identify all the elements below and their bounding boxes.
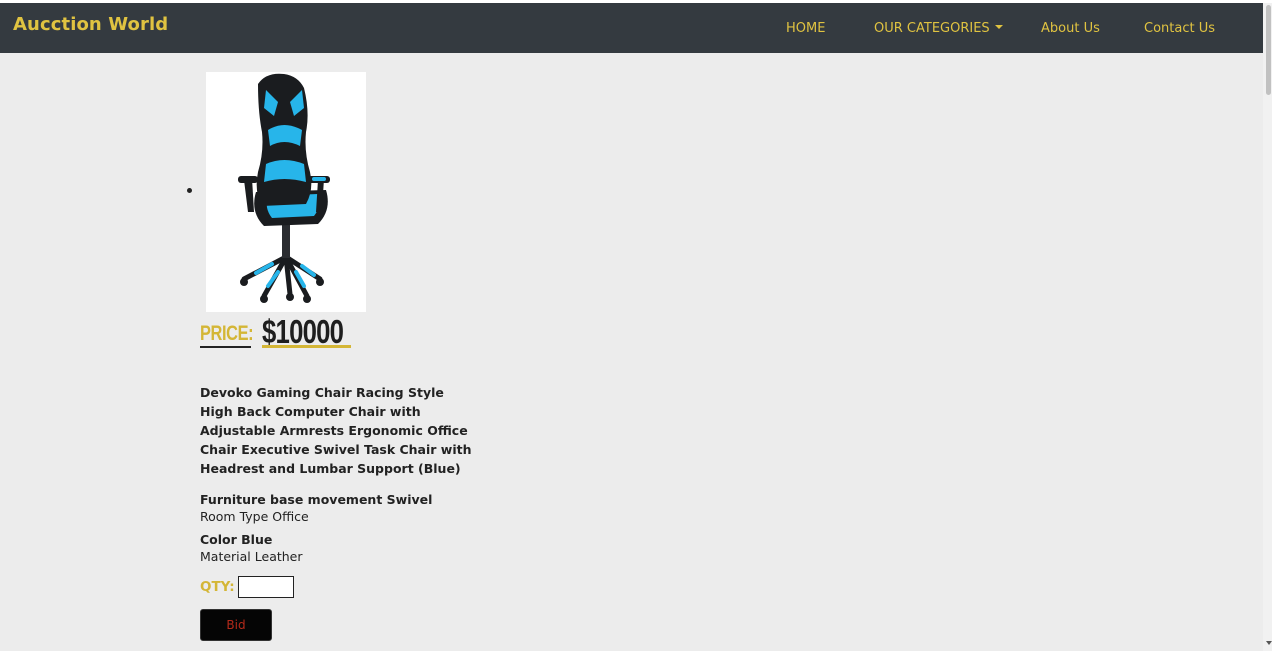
qty-label: QTY:	[200, 579, 235, 595]
price-value-underline	[262, 345, 351, 348]
scrollbar-thumb[interactable]	[1266, 5, 1271, 95]
product-image	[206, 72, 366, 312]
nav-link-about-us[interactable]: About Us	[1041, 21, 1100, 36]
chevron-down-icon	[994, 25, 1003, 29]
brand-logo[interactable]: Aucction World	[13, 14, 168, 35]
gaming-chair-image	[238, 73, 330, 303]
nav-link-our-categories[interactable]: OUR CATEGORIES	[874, 21, 1003, 36]
spec-room-type: Room Type Office	[200, 509, 309, 524]
nav-link-contact-us[interactable]: Contact Us	[1144, 21, 1215, 36]
price-label-underline	[200, 346, 251, 348]
spec-base-movement: Furniture base movement Swivel	[200, 492, 433, 507]
bid-button[interactable]: Bid	[200, 609, 272, 641]
navbar: Aucction World HOME OUR CATEGORIES About…	[0, 3, 1263, 53]
spec-material: Material Leather	[200, 549, 303, 564]
list-bullet	[187, 188, 192, 193]
spec-color: Color Blue	[200, 532, 273, 547]
nav-link-home[interactable]: HOME	[786, 21, 825, 36]
nav-link-our-categories-label: OUR CATEGORIES	[874, 21, 990, 36]
vertical-scrollbar[interactable]	[1263, 3, 1272, 651]
scroll-down-arrow-icon[interactable]	[1266, 641, 1272, 645]
price-label: PRICE:	[200, 322, 254, 345]
qty-input[interactable]	[238, 576, 294, 598]
product-title: Devoko Gaming Chair Racing Style High Ba…	[200, 385, 472, 476]
